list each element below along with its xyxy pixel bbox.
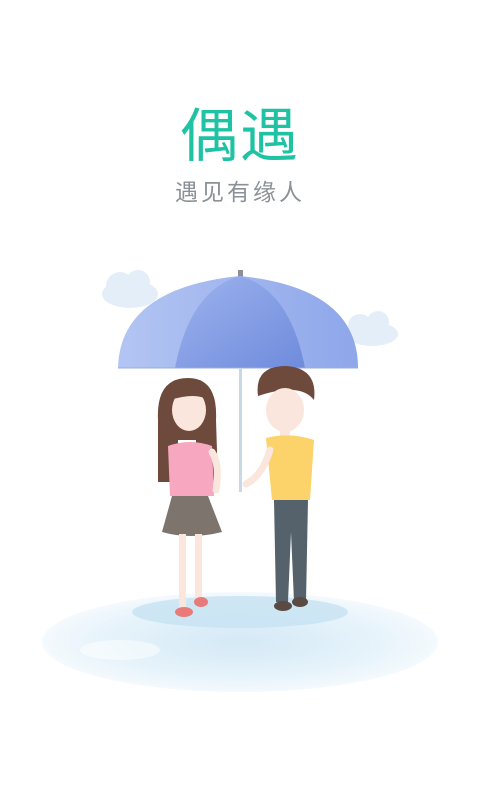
umbrella-icon xyxy=(118,270,358,492)
app-slogan: 遇见有缘人 xyxy=(175,180,305,206)
app-title: 偶遇 xyxy=(179,102,300,170)
cloud-icon xyxy=(102,270,158,308)
puddle-icon xyxy=(42,592,438,692)
couple-umbrella-illustration xyxy=(42,270,438,692)
girl-figure-icon xyxy=(157,378,222,617)
splash-screen: 偶遇 遇见有缘人 xyxy=(0,0,480,800)
boy-figure-icon xyxy=(242,366,315,611)
